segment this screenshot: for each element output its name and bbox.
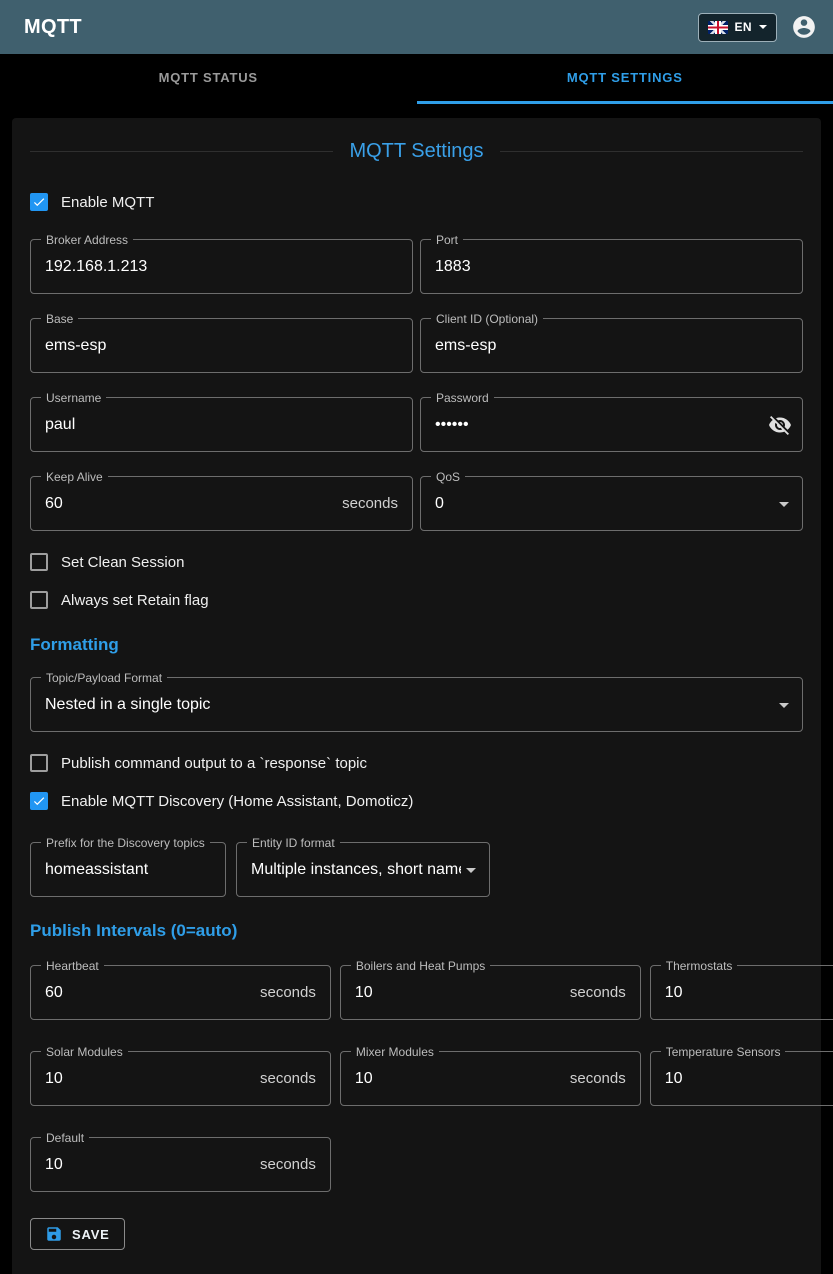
uk-flag-icon [708, 21, 728, 34]
thermostats-interval-field: Thermostats seconds [650, 965, 833, 1020]
checkbox-label: Publish command output to a `response` t… [61, 755, 367, 772]
enable-mqtt-checkbox[interactable]: Enable MQTT [30, 193, 154, 211]
checkbox-icon [30, 591, 48, 609]
page-title-row: MQTT Settings [30, 140, 803, 163]
formatting-heading: Formatting [30, 635, 803, 655]
checkbox-label: Set Clean Session [61, 554, 184, 571]
connection-fields-grid: Broker Address Port Base Client ID (Opti… [30, 239, 803, 531]
temperature-interval-field: Temperature Sensors seconds [650, 1051, 833, 1106]
page-title: MQTT Settings [349, 140, 483, 163]
chevron-down-icon [759, 25, 767, 29]
clean-session-checkbox[interactable]: Set Clean Session [30, 553, 184, 571]
account-icon[interactable] [791, 14, 817, 40]
appbar-actions: EN [698, 13, 817, 42]
save-button[interactable]: SAVE [30, 1218, 125, 1250]
unit-suffix: seconds [260, 1156, 330, 1173]
discovery-options-row: Prefix for the Discovery topics Entity I… [30, 842, 803, 897]
retain-flag-checkbox[interactable]: Always set Retain flag [30, 591, 209, 609]
field-label: Boilers and Heat Pumps [351, 958, 490, 974]
discovery-prefix-field: Prefix for the Discovery topics [30, 842, 226, 897]
field-label: Default [41, 1130, 89, 1146]
field-label: Base [41, 311, 78, 327]
select-value: Multiple instances, short name [237, 861, 461, 879]
field-label: Broker Address [41, 232, 133, 248]
unit-suffix: seconds [342, 495, 412, 512]
field-label: QoS [431, 469, 465, 485]
language-selector-button[interactable]: EN [698, 13, 777, 42]
boilers-interval-field: Boilers and Heat Pumps seconds [340, 965, 641, 1020]
check-icon [32, 194, 46, 210]
app-bar: MQTT EN [0, 0, 833, 54]
field-label: Temperature Sensors [661, 1044, 786, 1060]
save-button-label: SAVE [72, 1227, 110, 1242]
divider-line [500, 151, 803, 152]
publish-intervals-grid: Heartbeat seconds Boilers and Heat Pumps… [30, 965, 803, 1192]
mqtt-discovery-checkbox[interactable]: Enable MQTT Discovery (Home Assistant, D… [30, 792, 413, 810]
unit-suffix: seconds [260, 984, 330, 1001]
select-value: 0 [421, 495, 774, 513]
unit-suffix: seconds [570, 1070, 640, 1087]
field-label: Client ID (Optional) [431, 311, 543, 327]
dropdown-arrow-icon [779, 703, 789, 708]
default-interval-field: Default seconds [30, 1137, 331, 1192]
keep-alive-field: Keep Alive seconds [30, 476, 413, 531]
field-label: Prefix for the Discovery topics [41, 835, 210, 851]
publish-response-checkbox[interactable]: Publish command output to a `response` t… [30, 754, 367, 772]
unit-suffix: seconds [570, 984, 640, 1001]
visibility-off-icon [768, 413, 792, 437]
checkbox-label: Always set Retain flag [61, 592, 209, 609]
field-label: Username [41, 390, 106, 406]
topic-payload-format-select[interactable]: Topic/Payload Format Nested in a single … [30, 677, 803, 732]
dropdown-arrow-icon [779, 502, 789, 507]
field-label: Keep Alive [41, 469, 108, 485]
field-label: Port [431, 232, 463, 248]
checkbox-label: Enable MQTT Discovery (Home Assistant, D… [61, 793, 413, 810]
field-label: Heartbeat [41, 958, 104, 974]
app-title: MQTT [24, 16, 82, 39]
field-label: Password [431, 390, 494, 406]
divider-line [30, 151, 333, 152]
entity-id-format-select[interactable]: Entity ID format Multiple instances, sho… [236, 842, 490, 897]
publish-intervals-heading: Publish Intervals (0=auto) [30, 921, 803, 941]
checkbox-icon [30, 792, 48, 810]
broker-address-field: Broker Address [30, 239, 413, 294]
port-input[interactable] [421, 240, 802, 293]
qos-select[interactable]: QoS 0 [420, 476, 803, 531]
field-label: Mixer Modules [351, 1044, 439, 1060]
field-label: Thermostats [661, 958, 738, 974]
client-id-field: Client ID (Optional) [420, 318, 803, 373]
settings-card: MQTT Settings Enable MQTT Broker Address… [12, 118, 821, 1274]
password-field: Password [420, 397, 803, 452]
field-label: Entity ID format [247, 835, 340, 851]
language-label: EN [735, 20, 752, 34]
save-icon [45, 1225, 63, 1243]
base-input[interactable] [31, 319, 412, 372]
dropdown-arrow-icon [466, 868, 476, 873]
tab-mqtt-status[interactable]: MQTT STATUS [0, 54, 417, 104]
username-field: Username [30, 397, 413, 452]
toggle-password-visibility-button[interactable] [768, 413, 792, 437]
base-field: Base [30, 318, 413, 373]
checkbox-icon [30, 754, 48, 772]
port-field: Port [420, 239, 803, 294]
heartbeat-field: Heartbeat seconds [30, 965, 331, 1020]
solar-interval-field: Solar Modules seconds [30, 1051, 331, 1106]
field-label: Solar Modules [41, 1044, 128, 1060]
checkbox-icon [30, 193, 48, 211]
checkbox-label: Enable MQTT [61, 194, 154, 211]
mixer-interval-field: Mixer Modules seconds [340, 1051, 641, 1106]
field-label: Topic/Payload Format [41, 670, 167, 686]
select-value: Nested in a single topic [31, 696, 774, 714]
tab-mqtt-settings[interactable]: MQTT SETTINGS [417, 54, 833, 104]
checkbox-icon [30, 553, 48, 571]
tab-bar: MQTT STATUS MQTT SETTINGS [0, 54, 833, 104]
unit-suffix: seconds [260, 1070, 330, 1087]
check-icon [32, 793, 46, 809]
